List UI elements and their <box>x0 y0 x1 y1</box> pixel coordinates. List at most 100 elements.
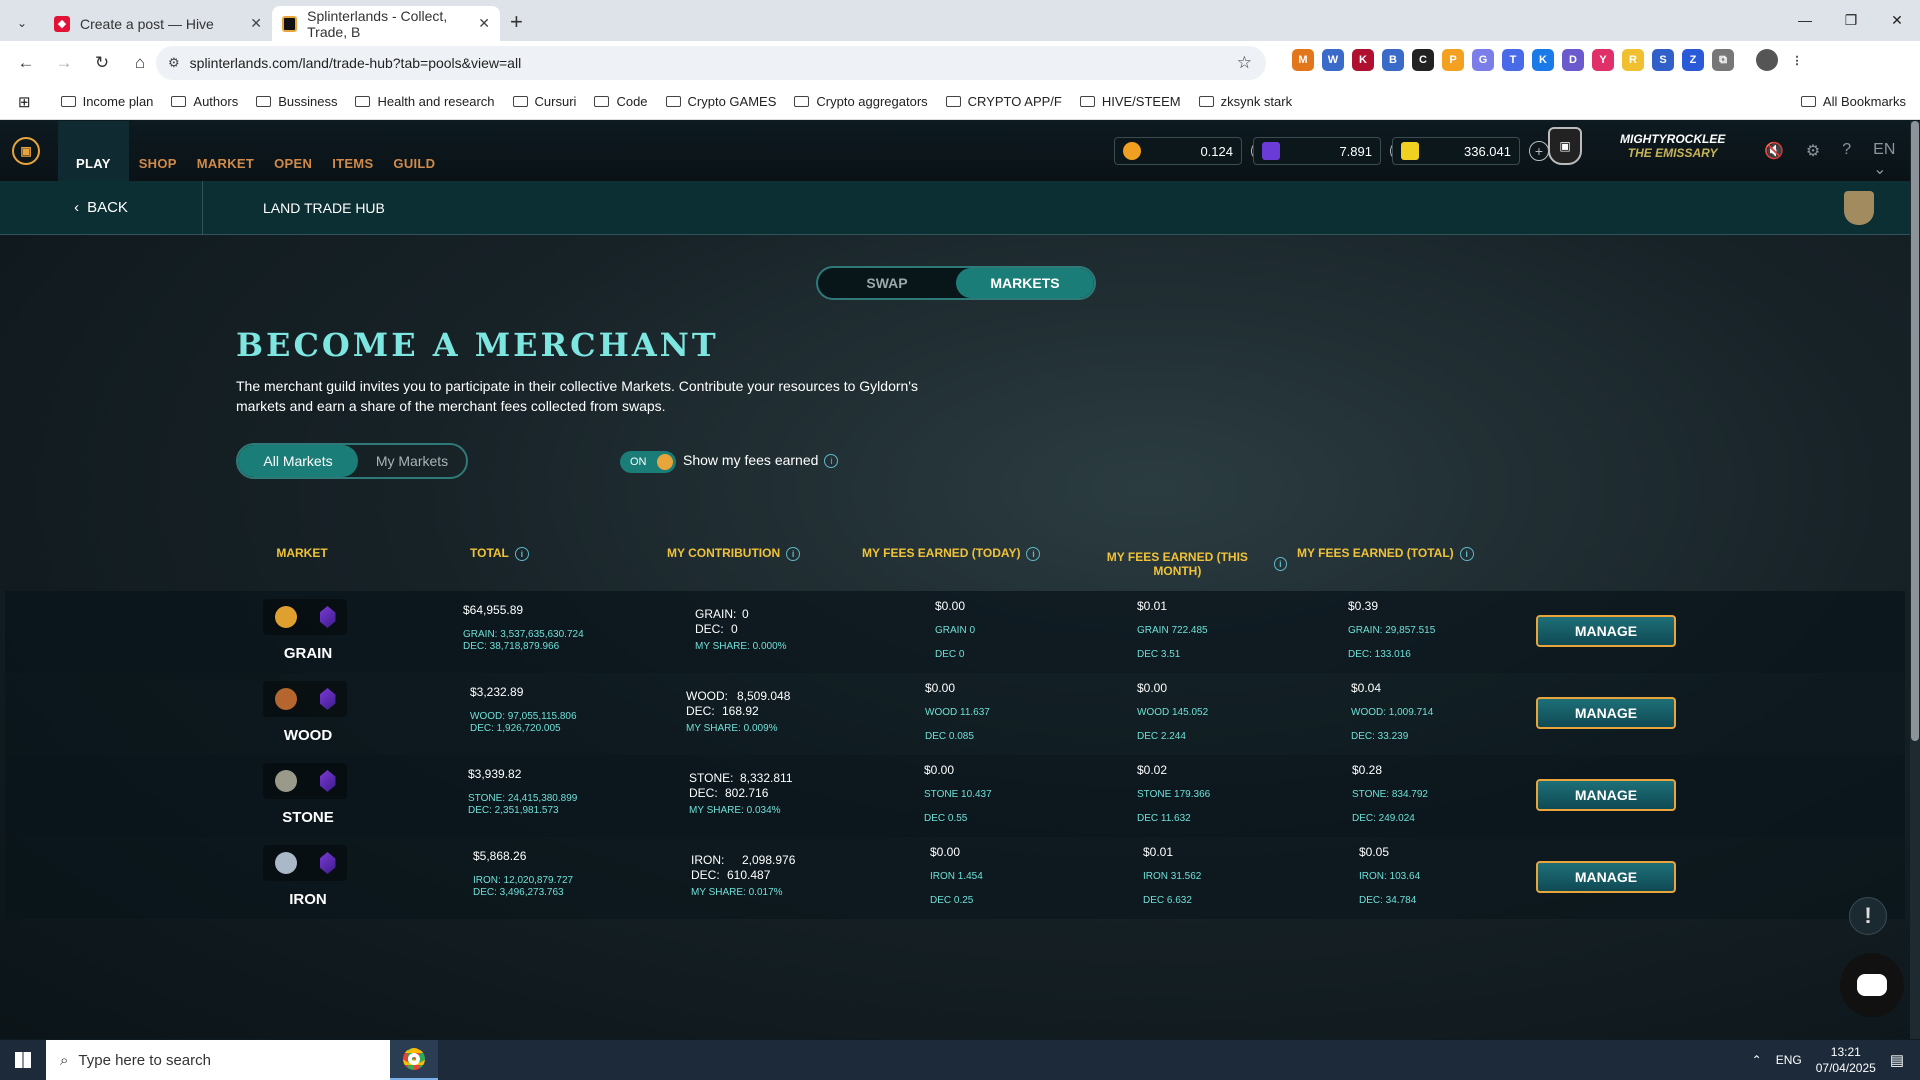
page-heading: BECOME A MERCHANT <box>236 326 719 364</box>
manage-button[interactable]: MANAGE <box>1536 697 1676 729</box>
extension-icon[interactable]: S <box>1652 49 1674 71</box>
bookmark-folder[interactable]: CRYPTO APP/F <box>945 94 1062 109</box>
close-window-button[interactable]: ✕ <box>1874 0 1920 40</box>
tab-markets[interactable]: MARKETS <box>956 268 1094 298</box>
bookmark-folder[interactable]: Crypto GAMES <box>665 94 776 109</box>
add-sps-button[interactable]: + <box>1529 141 1549 161</box>
info-icon[interactable]: i <box>514 546 529 561</box>
nav-open[interactable]: OPEN <box>264 121 322 181</box>
back-arrow-icon[interactable]: ← <box>8 45 44 81</box>
info-icon[interactable]: i <box>1273 557 1287 571</box>
bookmark-folder[interactable]: Code <box>594 94 648 109</box>
extension-icon[interactable]: C <box>1412 49 1434 71</box>
notifications-icon[interactable]: ▤ <box>1890 1051 1904 1069</box>
info-icon[interactable]: i <box>824 454 839 469</box>
url-text: splinterlands.com/land/trade-hub?tab=poo… <box>189 55 522 71</box>
bookmark-folder[interactable]: Health and research <box>355 94 495 109</box>
extension-icon[interactable]: Y <box>1592 49 1614 71</box>
site-info-icon[interactable]: ⚙ <box>168 55 180 71</box>
browser-tab-splinterlands[interactable]: Splinterlands - Collect, Trade, B ✕ <box>272 6 500 41</box>
extension-icon[interactable]: K <box>1352 49 1374 71</box>
url-bar[interactable]: ⚙ splinterlands.com/land/trade-hub?tab=p… <box>156 46 1266 80</box>
extension-icon[interactable]: T <box>1502 49 1524 71</box>
bookmark-star-icon[interactable]: ☆ <box>1237 53 1252 73</box>
bookmark-folder[interactable]: zksynk stark <box>1198 94 1292 109</box>
feedback-button[interactable]: ! <box>1849 897 1887 935</box>
new-tab-button[interactable]: + <box>510 9 523 35</box>
back-button[interactable]: ‹ BACK <box>0 180 203 235</box>
home-icon[interactable]: ⌂ <box>122 45 158 81</box>
windows-start-icon[interactable] <box>0 1040 46 1080</box>
extension-icon[interactable]: R <box>1622 49 1644 71</box>
nav-market[interactable]: MARKET <box>187 121 264 181</box>
market-name: WOOD <box>283 727 333 744</box>
menu-kebab-icon[interactable]: ⋮ <box>1786 49 1808 71</box>
fees-today-value: $0.00 <box>935 599 966 613</box>
fees-toggle[interactable]: ON <box>620 451 676 473</box>
extension-icon[interactable]: W <box>1322 49 1344 71</box>
tab-swap[interactable]: SWAP <box>818 268 956 298</box>
splinterlands-logo-icon[interactable]: ▣ <box>12 137 40 165</box>
bookmark-folder[interactable]: Crypto aggregators <box>794 94 928 109</box>
mute-icon[interactable]: 🔇 <box>1764 141 1784 179</box>
clock[interactable]: 13:21 07/04/2025 <box>1816 1044 1876 1076</box>
fees-total-resource: GRAIN: 29,857.515 <box>1348 625 1436 636</box>
bookmark-folder[interactable]: HIVE/STEEM <box>1079 94 1181 109</box>
bookmark-folder[interactable]: Authors <box>171 94 238 109</box>
nav-guild[interactable]: GUILD <box>383 121 445 181</box>
close-icon[interactable]: ✕ <box>250 15 262 32</box>
gear-icon[interactable]: ⚙ <box>1806 141 1820 179</box>
filter-all-markets[interactable]: All Markets <box>238 445 358 477</box>
taskbar-search[interactable]: ⌕ Type here to search <box>46 1040 390 1080</box>
close-icon[interactable]: ✕ <box>478 15 490 32</box>
page-scrollbar[interactable] <box>1910 121 1920 1039</box>
browser-tab-hive[interactable]: ◆ Create a post — Hive ✕ <box>44 6 272 41</box>
contribution-resource-value: 8,332.811 <box>740 771 793 785</box>
my-share: MY SHARE: 0.034% <box>689 805 781 816</box>
extension-icon[interactable]: G <box>1472 49 1494 71</box>
nav-items[interactable]: ITEMS <box>322 121 383 181</box>
profile-avatar[interactable] <box>1756 49 1778 71</box>
all-bookmarks[interactable]: All Bookmarks <box>1800 94 1906 109</box>
nav-play[interactable]: PLAY <box>58 121 129 181</box>
language-select[interactable]: EN ⌄ <box>1873 141 1910 179</box>
forward-arrow-icon[interactable]: → <box>46 45 82 81</box>
player-profile[interactable]: ▣ MIGHTYROCKLEE THE EMISSARY <box>1548 127 1725 165</box>
bookmark-folder[interactable]: Income plan <box>60 94 153 109</box>
puzzle-extensions-icon[interactable]: ⧉ <box>1712 49 1734 71</box>
my-share: MY SHARE: 0.000% <box>695 641 787 652</box>
filter-my-markets[interactable]: My Markets <box>358 445 466 477</box>
extension-icon[interactable]: D <box>1562 49 1584 71</box>
minimize-button[interactable]: — <box>1782 0 1828 40</box>
apps-grid-icon[interactable]: ⊞ <box>18 93 31 111</box>
info-icon[interactable]: i <box>1026 546 1041 561</box>
extension-icon[interactable]: K <box>1532 49 1554 71</box>
restore-button[interactable]: ❐ <box>1828 0 1874 40</box>
fees-total-dec: DEC: 249.024 <box>1352 813 1415 824</box>
chrome-taskbar-icon[interactable] <box>390 1040 438 1080</box>
extension-icon[interactable]: Z <box>1682 49 1704 71</box>
bookmark-folder[interactable]: Bussiness <box>256 94 337 109</box>
help-icon[interactable]: ? <box>1842 141 1851 179</box>
fees-total-value: $0.05 <box>1359 845 1390 859</box>
reload-icon[interactable]: ↻ <box>84 45 120 81</box>
info-icon[interactable]: i <box>786 546 801 561</box>
extension-icon[interactable]: P <box>1442 49 1464 71</box>
manage-button[interactable]: MANAGE <box>1536 779 1676 811</box>
metamask-icon[interactable]: M <box>1292 49 1314 71</box>
info-icon[interactable]: i <box>1459 546 1474 561</box>
chat-support-button[interactable] <box>1840 953 1904 1017</box>
chevron-up-icon[interactable]: ⌃ <box>1752 1053 1762 1067</box>
nav-shop[interactable]: SHOP <box>129 121 187 181</box>
input-language[interactable]: ENG <box>1776 1053 1802 1067</box>
bookmark-folder[interactable]: Cursuri <box>512 94 576 109</box>
manage-button[interactable]: MANAGE <box>1536 861 1676 893</box>
extension-icon[interactable]: B <box>1382 49 1404 71</box>
folder-icon <box>794 96 810 107</box>
manage-button[interactable]: MANAGE <box>1536 615 1676 647</box>
scrollbar-thumb[interactable] <box>1911 121 1919 741</box>
contribution-resource-value: 2,098.976 <box>742 853 796 867</box>
guild-crest-icon[interactable] <box>1844 191 1874 225</box>
tab-search-button[interactable]: ⌄ <box>8 9 36 37</box>
fees-today-dec: DEC 0.55 <box>924 813 968 824</box>
